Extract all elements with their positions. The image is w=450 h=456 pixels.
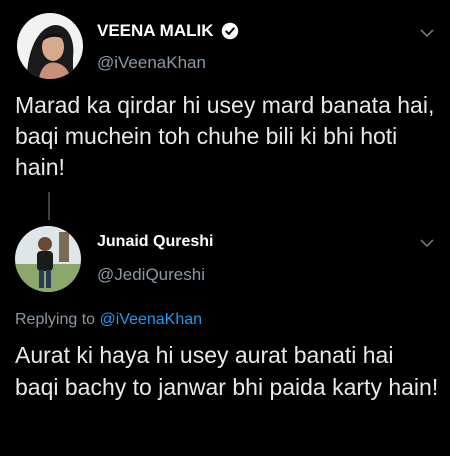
chevron-down-icon[interactable] bbox=[420, 28, 434, 38]
chevron-down-icon[interactable] bbox=[420, 238, 434, 248]
tweet-text: Aurat ki haya hi usey aurat banati hai b… bbox=[15, 342, 439, 400]
author-name-text[interactable]: Junaid Qureshi bbox=[97, 233, 213, 251]
author-name[interactable]: Junaid Qureshi bbox=[97, 233, 213, 251]
thread-connector bbox=[48, 192, 50, 220]
replying-to: Replying to @iVeenaKhan bbox=[15, 311, 202, 329]
avatar[interactable] bbox=[15, 226, 81, 292]
author-handle[interactable]: @iVeenaKhan bbox=[97, 53, 206, 73]
replying-to-label: Replying to bbox=[15, 311, 100, 328]
reply-mention-link[interactable]: @iVeenaKhan bbox=[100, 311, 203, 328]
author-handle[interactable]: @JediQureshi bbox=[97, 265, 205, 285]
author-name-text[interactable]: VEENA MALIK bbox=[97, 21, 214, 41]
author-name[interactable]: VEENA MALIK bbox=[97, 21, 239, 41]
avatar[interactable] bbox=[17, 13, 83, 79]
tweet-text: Marad ka qirdar hi usey mard banata hai,… bbox=[15, 92, 435, 180]
verified-badge-icon bbox=[221, 22, 238, 40]
